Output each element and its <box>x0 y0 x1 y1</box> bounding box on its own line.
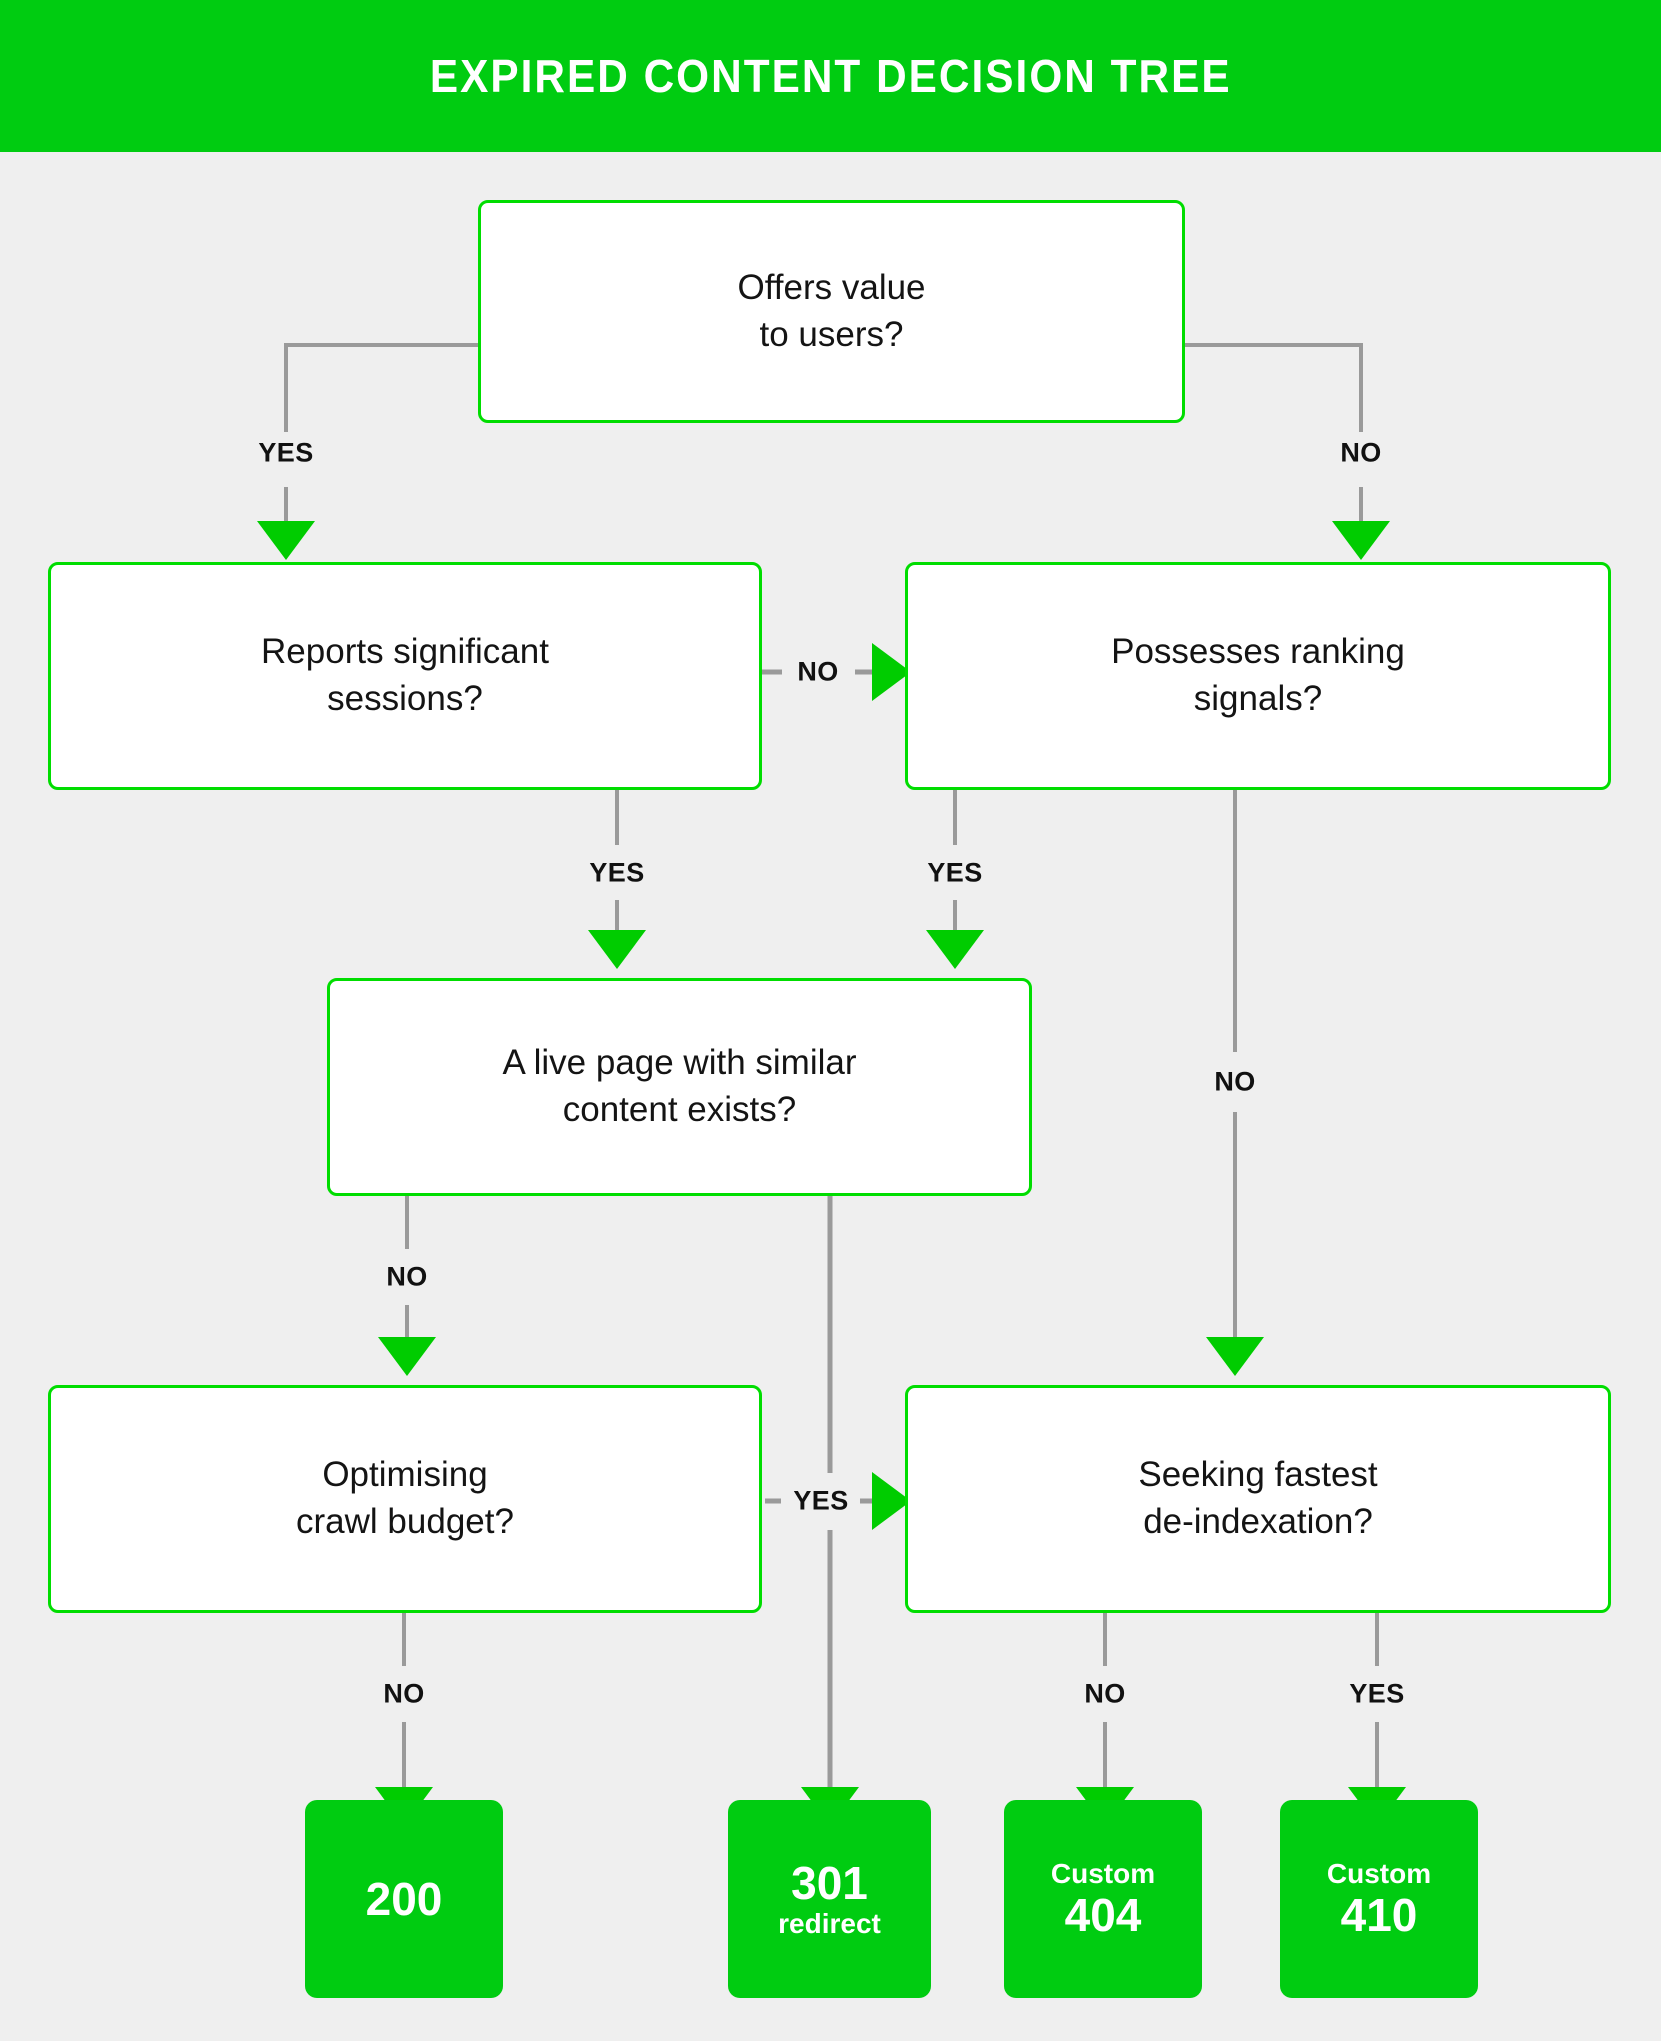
result-410-prefix: Custom <box>1326 1857 1432 1889</box>
result-404-code: 404 <box>1064 1888 1142 1941</box>
node-de-indexation-label: Seeking fastest de-indexation? <box>1138 1455 1378 1541</box>
result-custom-410[interactable]: Custom 410 <box>1280 1800 1478 1998</box>
node-offers-value[interactable]: Offers value to users? <box>478 200 1185 423</box>
result-301[interactable]: 301 redirect <box>728 1800 931 1998</box>
node-offers-value-label: Offers value to users? <box>737 267 926 354</box>
node-ranking-signals[interactable]: Possesses ranking signals? <box>905 562 1611 790</box>
edge-label-deindex-yes: YES <box>1349 1678 1405 1709</box>
decision-tree-page: EXPIRED CONTENT DECISION TREE Offers val… <box>0 0 1661 2041</box>
node-reports-sessions-label: Reports significant sessions? <box>261 632 549 718</box>
arrow-down-livepage-no <box>378 1337 436 1376</box>
node-ranking-signals-label: Possesses ranking signals? <box>1111 632 1405 718</box>
arrow-down-offers-no <box>1332 521 1390 560</box>
edge-label-signals-yes: YES <box>927 857 983 888</box>
edge-label-crawl-no: NO <box>383 1678 425 1709</box>
node-crawl-budget-label: Optimising crawl budget? <box>296 1455 514 1541</box>
result-200[interactable]: 200 <box>305 1800 503 1998</box>
result-410-code: 410 <box>1340 1888 1418 1941</box>
result-301-note: redirect <box>778 1908 881 1940</box>
edge-label-sessions-no: NO <box>797 656 839 687</box>
arrow-down-signals-yes <box>926 930 984 969</box>
edge-label-deindex-no: NO <box>1084 1678 1126 1709</box>
node-live-page-label: A live page with similar content exists? <box>502 1043 857 1129</box>
arrow-down-signals-no <box>1206 1337 1264 1376</box>
node-crawl-budget[interactable]: Optimising crawl budget? <box>48 1385 762 1613</box>
node-de-indexation[interactable]: Seeking fastest de-indexation? <box>905 1385 1611 1613</box>
result-custom-404[interactable]: Custom 404 <box>1004 1800 1202 1998</box>
result-301-code: 301 <box>791 1856 868 1909</box>
node-reports-sessions[interactable]: Reports significant sessions? <box>48 562 762 790</box>
edge-label-livepage-no: NO <box>386 1261 428 1292</box>
node-live-page[interactable]: A live page with similar content exists? <box>327 978 1032 1196</box>
page-title: EXPIRED CONTENT DECISION TREE <box>429 50 1232 102</box>
edge-label-livepage-yes: YES <box>793 1485 849 1516</box>
result-200-code: 200 <box>365 1872 443 1925</box>
header-banner: EXPIRED CONTENT DECISION TREE <box>0 0 1661 152</box>
edge-label-signals-no: NO <box>1214 1066 1256 1097</box>
arrow-down-offers-yes <box>257 521 315 560</box>
edge-label-sessions-yes: YES <box>589 857 645 888</box>
edge-label-offers-no: NO <box>1340 437 1382 468</box>
result-404-prefix: Custom <box>1050 1857 1156 1889</box>
edge-label-offers-yes: YES <box>258 437 314 468</box>
arrow-down-sessions-yes <box>588 930 646 969</box>
